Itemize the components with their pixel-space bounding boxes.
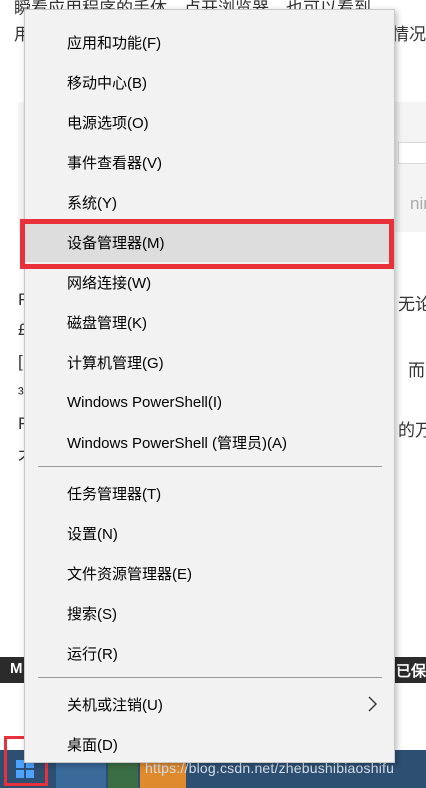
menu-item-label: 电源选项(O) bbox=[67, 114, 149, 132]
menu-item-label: 任务管理器(T) bbox=[67, 485, 162, 503]
chevron-right-icon bbox=[368, 696, 377, 712]
menu-item-label: 事件查看器(V) bbox=[67, 154, 162, 172]
menu-item-label: 网络连接(W) bbox=[67, 274, 152, 292]
menu-item-power-options[interactable]: 电源选项(O) bbox=[25, 102, 394, 142]
menu-item-file-explorer[interactable]: 文件资源管理器(E) bbox=[25, 553, 394, 593]
taskbar-app-icon[interactable] bbox=[108, 760, 138, 788]
menu-item-label: 文件资源管理器(E) bbox=[67, 565, 192, 583]
background-screenshot-field bbox=[398, 142, 426, 164]
menu-item-label: Windows PowerShell (管理员)(A) bbox=[67, 434, 288, 452]
background-text-fragment: 的万 bbox=[398, 421, 426, 440]
background-screenshot-text: nim bbox=[410, 194, 426, 213]
background-text-fragment: 情况 bbox=[392, 25, 426, 44]
menu-item-apps-features[interactable]: 应用和功能(F) bbox=[25, 22, 394, 62]
menu-item-computer-management[interactable]: 计算机管理(G) bbox=[25, 342, 394, 382]
background-text-fragment: 而 bbox=[408, 361, 425, 380]
menu-item-search[interactable]: 搜索(S) bbox=[25, 593, 394, 633]
menu-item-label: 关机或注销(U) bbox=[67, 696, 163, 714]
background-text-fragment: 无论 bbox=[398, 295, 426, 314]
menu-item-powershell-admin[interactable]: Windows PowerShell (管理员)(A) bbox=[25, 422, 394, 462]
menu-item-label: 系统(Y) bbox=[67, 194, 117, 212]
menu-item-settings[interactable]: 设置(N) bbox=[25, 513, 394, 553]
menu-item-task-manager[interactable]: 任务管理器(T) bbox=[25, 473, 394, 513]
dark-strip-text: M bbox=[10, 660, 23, 677]
dark-strip-text: 已保 bbox=[396, 663, 426, 680]
context-menu: 应用和功能(F) 移动中心(B) 电源选项(O) 事件查看器(V) 系统(Y) … bbox=[24, 9, 395, 763]
menu-item-label: Windows PowerShell(I) bbox=[67, 393, 223, 411]
menu-item-event-viewer[interactable]: 事件查看器(V) bbox=[25, 142, 394, 182]
menu-item-system[interactable]: 系统(Y) bbox=[25, 182, 394, 222]
menu-item-label: 搜索(S) bbox=[67, 605, 117, 623]
menu-item-network-connections[interactable]: 网络连接(W) bbox=[25, 262, 394, 302]
menu-item-disk-management[interactable]: 磁盘管理(K) bbox=[25, 302, 394, 342]
menu-item-desktop[interactable]: 桌面(D) bbox=[25, 724, 394, 764]
menu-item-mobility-center[interactable]: 移动中心(B) bbox=[25, 62, 394, 102]
menu-separator bbox=[38, 466, 382, 467]
menu-item-label: 磁盘管理(K) bbox=[67, 314, 147, 332]
menu-item-label: 计算机管理(G) bbox=[67, 354, 164, 372]
taskbar-app-icon[interactable] bbox=[56, 760, 106, 788]
menu-item-run[interactable]: 运行(R) bbox=[25, 633, 394, 673]
menu-item-label: 设置(N) bbox=[67, 525, 118, 543]
menu-item-label: 移动中心(B) bbox=[67, 74, 147, 92]
menu-item-label: 设备管理器(M) bbox=[67, 234, 165, 252]
menu-item-device-manager[interactable]: 设备管理器(M) bbox=[25, 222, 394, 262]
background-text-fragment: [ bbox=[18, 352, 23, 371]
menu-item-label: 运行(R) bbox=[67, 645, 118, 663]
menu-separator bbox=[38, 677, 382, 678]
menu-item-powershell[interactable]: Windows PowerShell(I) bbox=[25, 382, 394, 422]
menu-item-label: 应用和功能(F) bbox=[67, 34, 162, 52]
menu-item-label: 桌面(D) bbox=[67, 736, 118, 754]
background-text-fragment: ³ bbox=[18, 384, 24, 403]
menu-item-shutdown-signout[interactable]: 关机或注销(U) bbox=[25, 684, 394, 724]
